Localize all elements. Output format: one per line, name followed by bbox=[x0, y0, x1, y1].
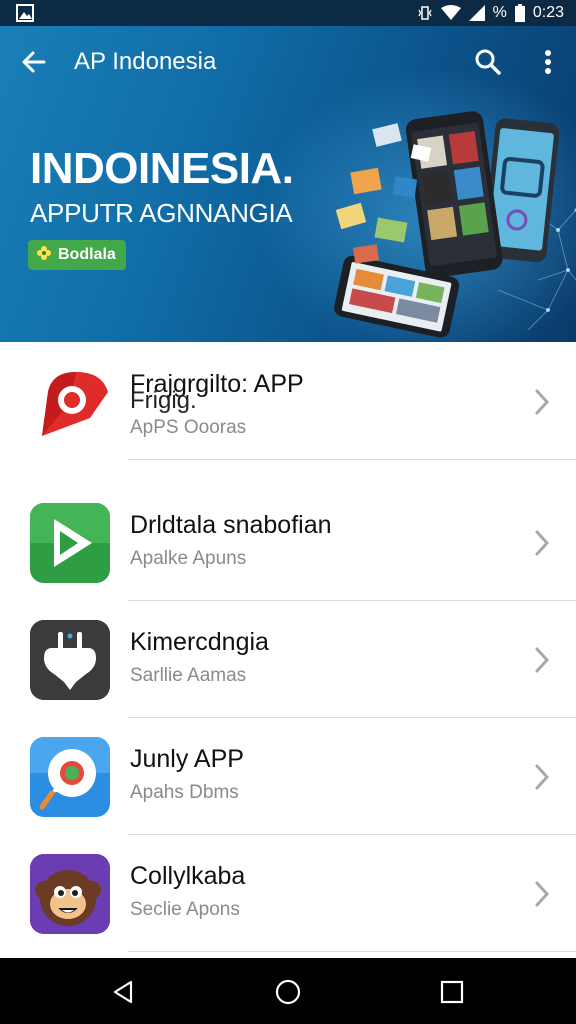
app-subtitle: Seclie Apons bbox=[130, 899, 240, 920]
dark-plug-icon bbox=[30, 620, 110, 700]
green-play-icon bbox=[30, 503, 110, 583]
battery-text: % bbox=[492, 4, 507, 21]
app-name-overlay: Frigig. bbox=[130, 387, 197, 414]
hero-badge[interactable]: Bodlala bbox=[28, 240, 126, 270]
hero-subtitle: APPUTR AGNNANGIA bbox=[30, 198, 293, 228]
app-name: Junly APP bbox=[130, 745, 244, 773]
status-bar: % 0:23 bbox=[0, 0, 576, 26]
navigation-bar bbox=[0, 958, 576, 1024]
list-item[interactable]: Collylkaba Seclie Apons bbox=[0, 834, 576, 952]
status-icons: % 0:23 bbox=[417, 2, 564, 24]
list-item[interactable]: Drldtala snabofian Apalke Apuns bbox=[0, 483, 576, 601]
blue-chat-bubble-icon bbox=[30, 737, 110, 817]
chevron-right-icon bbox=[530, 761, 554, 793]
list-item[interactable]: Junly APP Apahs Dbms bbox=[0, 717, 576, 835]
divider bbox=[128, 951, 576, 952]
chevron-right-icon bbox=[530, 644, 554, 676]
phones-illustration bbox=[334, 111, 576, 338]
app-name: Collylkaba bbox=[130, 862, 246, 890]
clock: 0:23 bbox=[532, 4, 564, 21]
chevron-right-icon bbox=[530, 878, 554, 910]
nav-back-icon[interactable] bbox=[104, 972, 144, 1012]
app-subtitle: Apalke Apuns bbox=[130, 548, 247, 569]
wifi-icon bbox=[440, 5, 461, 21]
image-icon bbox=[16, 4, 34, 22]
hero-banner: AP Indonesia INDOINESIA. APPUTR AGNNANGI… bbox=[0, 26, 576, 342]
flower-icon bbox=[36, 245, 52, 266]
chevron-right-icon bbox=[530, 527, 554, 559]
divider bbox=[128, 459, 576, 460]
red-map-pin-icon bbox=[30, 362, 110, 442]
chevron-right-icon bbox=[530, 386, 554, 418]
app-subtitle: ApPS Oooras bbox=[130, 417, 247, 438]
nav-home-icon[interactable] bbox=[268, 972, 308, 1012]
vibrate-icon bbox=[417, 5, 433, 21]
back-arrow-icon[interactable] bbox=[16, 44, 52, 80]
battery-icon bbox=[514, 4, 525, 22]
hero-title: INDOINESIA. bbox=[30, 144, 294, 193]
list-item[interactable]: Frajgrgilto: APP Frigig. ApPS Oooras bbox=[0, 342, 576, 460]
hero-badge-label: Bodlala bbox=[58, 246, 116, 263]
signal-icon bbox=[468, 5, 485, 21]
purple-monkey-icon bbox=[30, 854, 110, 934]
nav-recents-icon[interactable] bbox=[432, 972, 472, 1012]
app-list: Frajgrgilto: APP Frigig. ApPS Oooras Drl… bbox=[0, 342, 576, 958]
app-name: Kimercdngia bbox=[130, 628, 269, 656]
app-subtitle: Sarllie Aamas bbox=[130, 665, 247, 686]
app-name: Drldtala snabofian bbox=[130, 511, 332, 539]
app-subtitle: Apahs Dbms bbox=[130, 782, 239, 803]
list-item[interactable]: Kimercdngia Sarllie Aamas bbox=[0, 600, 576, 718]
app-title: AP Indonesia bbox=[74, 48, 217, 75]
search-icon[interactable] bbox=[470, 44, 506, 80]
more-vert-icon[interactable] bbox=[534, 44, 562, 80]
